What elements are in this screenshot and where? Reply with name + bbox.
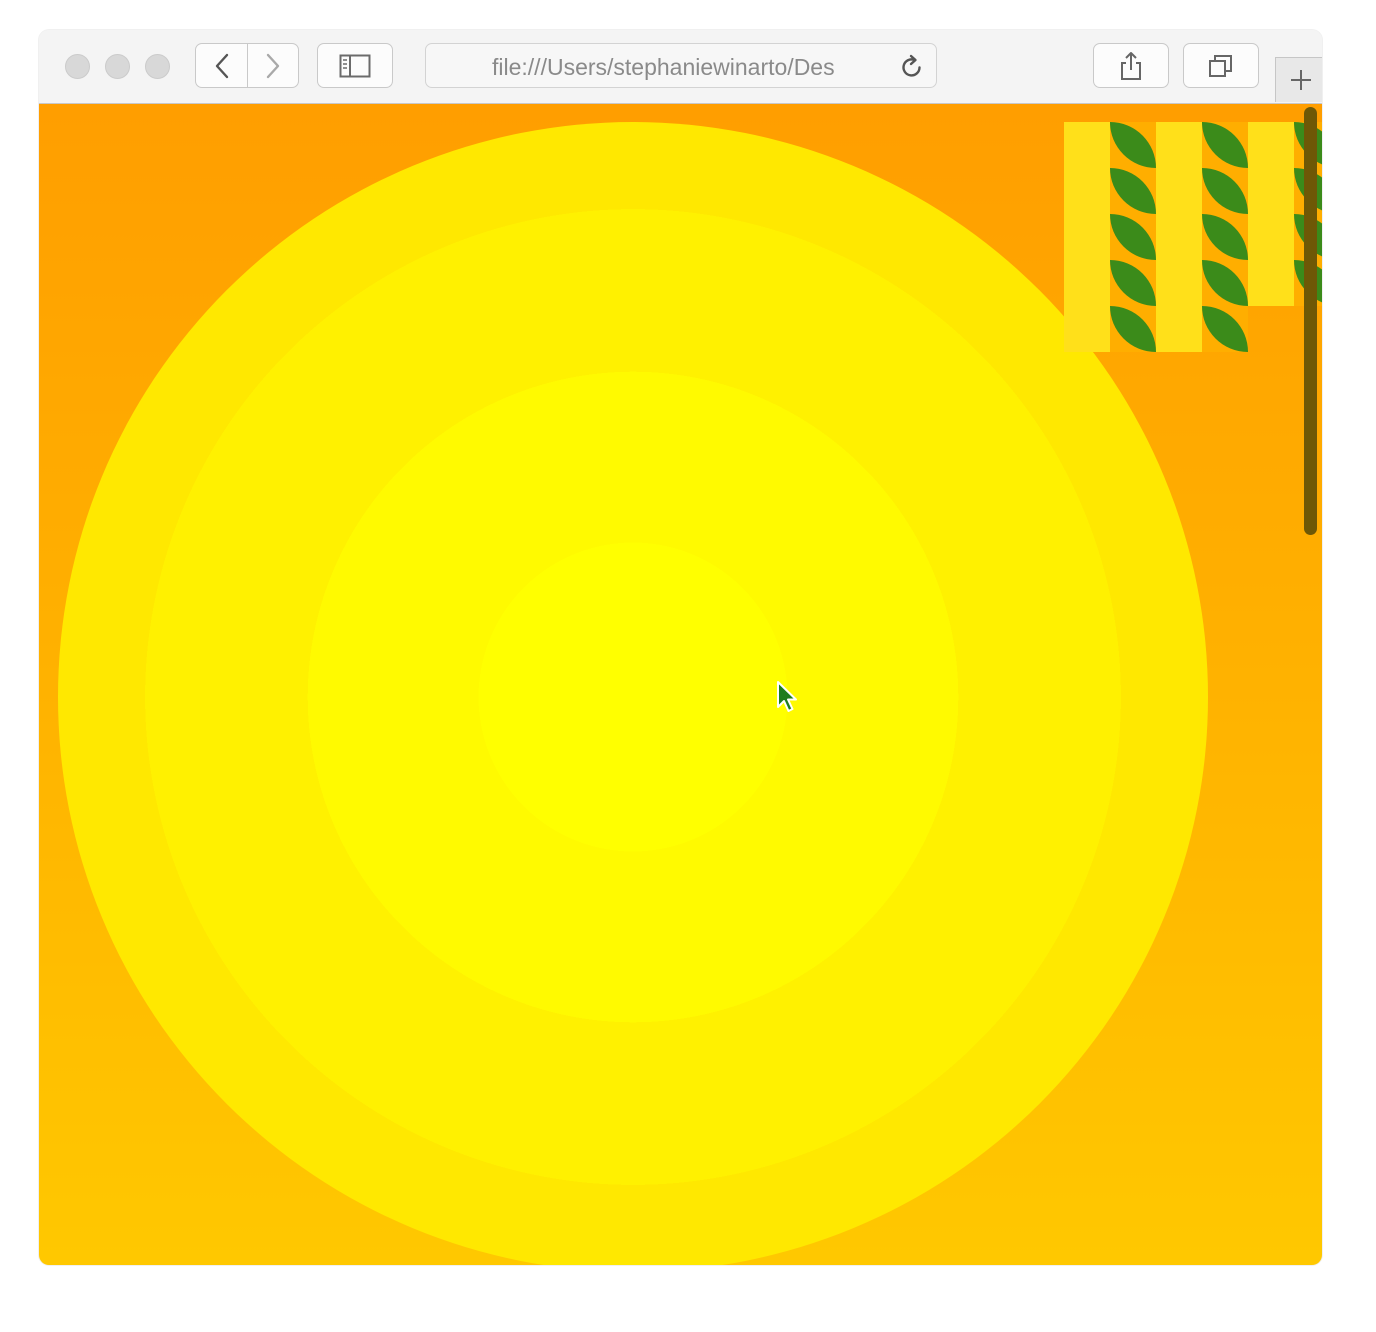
- chevron-right-icon: [266, 53, 280, 78]
- plus-icon: [1290, 70, 1311, 90]
- close-window-button[interactable]: [65, 54, 90, 79]
- address-bar-url[interactable]: file:///Users/stephaniewinarto/Des: [492, 54, 876, 80]
- tabs-overview-icon: [1209, 54, 1232, 77]
- new-tab-button[interactable]: [1275, 57, 1322, 102]
- browser-window: file:///Users/stephaniewinarto/Des: [39, 30, 1322, 1265]
- mouse-pointer-icon: [777, 681, 797, 712]
- leaf-pattern: [1064, 122, 1322, 352]
- sidebar-button[interactable]: [317, 43, 393, 88]
- vertical-scrollbar[interactable]: [1304, 107, 1317, 535]
- pattern-stripe: [1248, 122, 1294, 306]
- sidebar-icon: [339, 54, 371, 77]
- tabs-overview-button[interactable]: [1183, 43, 1259, 88]
- chevron-left-icon: [215, 53, 228, 78]
- forward-button[interactable]: [247, 43, 299, 88]
- sun-circle: [58, 122, 1208, 1265]
- share-icon: [1121, 51, 1141, 80]
- reload-icon[interactable]: [900, 54, 924, 85]
- address-bar[interactable]: file:///Users/stephaniewinarto/Des: [425, 43, 937, 88]
- minimize-window-button[interactable]: [105, 54, 130, 79]
- browser-toolbar: file:///Users/stephaniewinarto/Des: [39, 30, 1322, 104]
- pattern-stripe: [1156, 122, 1202, 352]
- pattern-stripe: [1064, 122, 1110, 352]
- back-button[interactable]: [195, 43, 248, 88]
- zoom-window-button[interactable]: [145, 54, 170, 79]
- page-content: [39, 104, 1322, 1265]
- share-button[interactable]: [1093, 43, 1169, 88]
